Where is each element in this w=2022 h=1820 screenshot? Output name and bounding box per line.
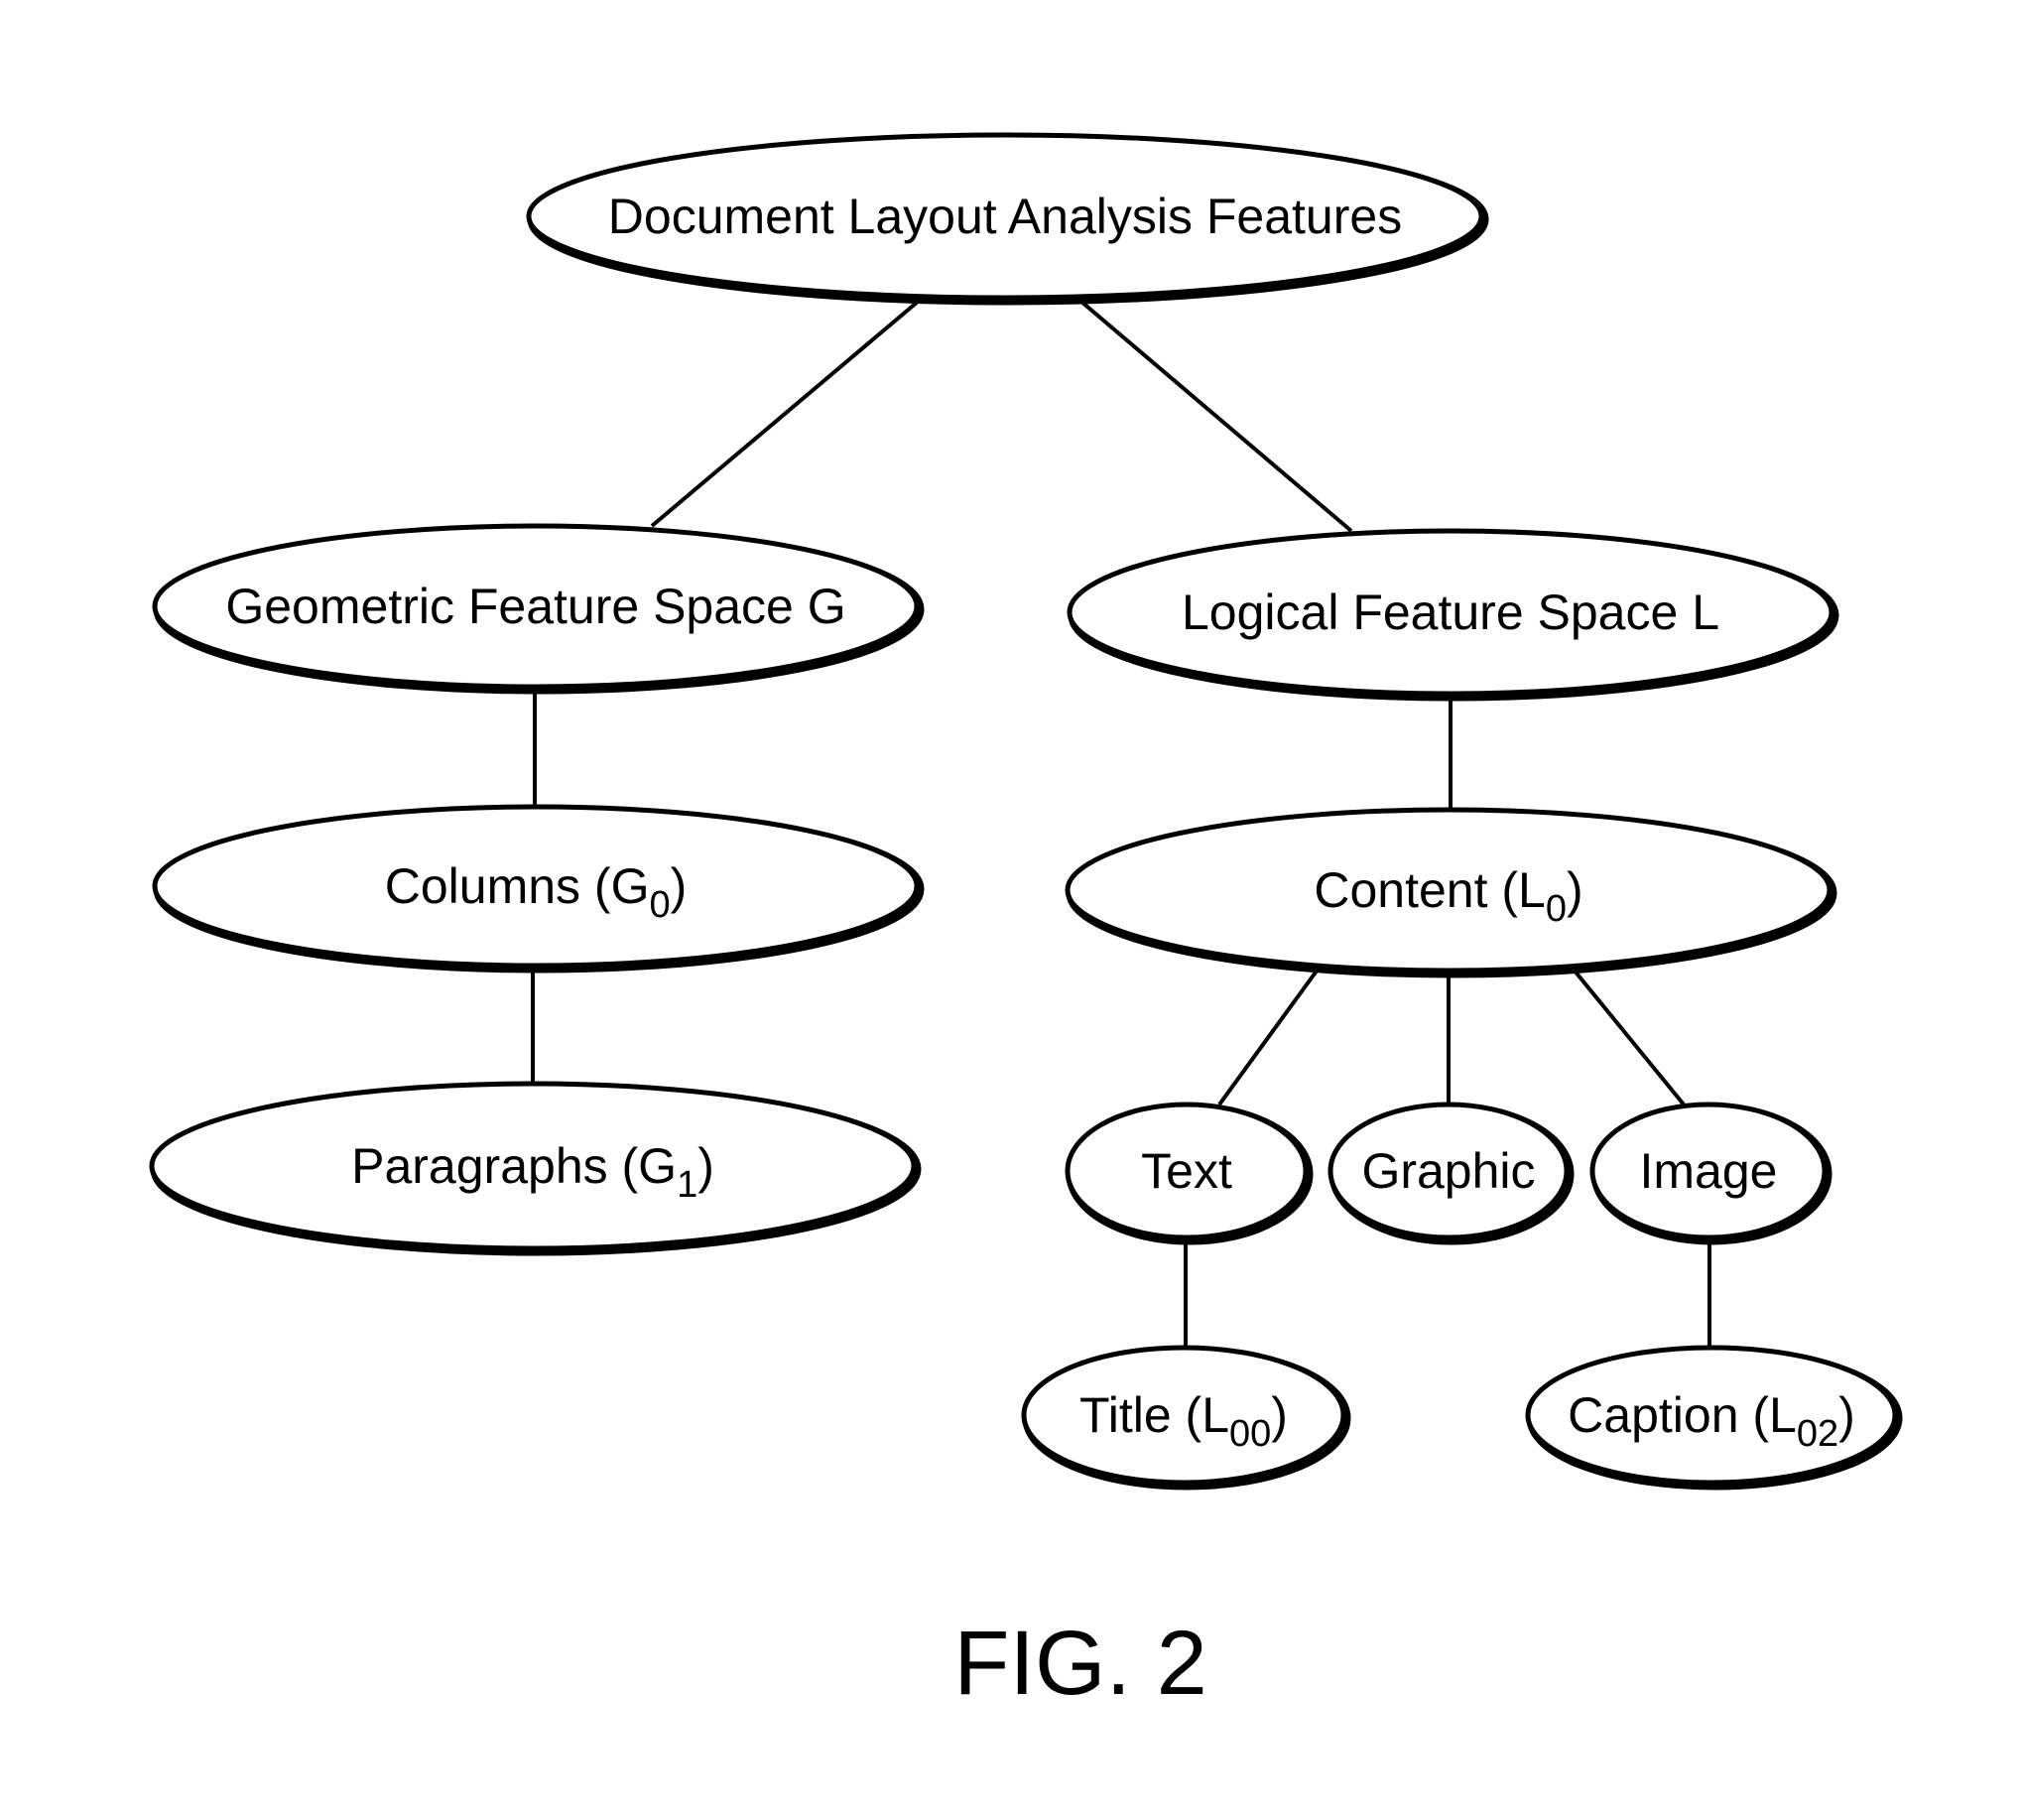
node-graphic: Graphic (1327, 1102, 1575, 1245)
node-text-label: Text (1141, 1143, 1232, 1199)
node-geometric: Geometric Feature Space G (152, 523, 925, 695)
hierarchy-diagram: Document Layout Analysis Features Geometr… (149, 132, 1903, 1714)
edge-root-logical (1079, 300, 1353, 533)
node-content: Content (L0) (1065, 807, 1837, 978)
node-logical: Logical Feature Space L (1067, 528, 1839, 702)
node-title: Title (L00) (1021, 1345, 1351, 1491)
node-image: Image (1589, 1102, 1832, 1245)
node-graphic-label: Graphic (1361, 1143, 1535, 1199)
node-logical-label: Logical Feature Space L (1182, 585, 1719, 640)
node-caption: Caption (L02) (1525, 1345, 1903, 1491)
edge-content-image (1572, 968, 1686, 1106)
node-columns: Columns (G0) (152, 804, 925, 974)
node-root-label: Document Layout Analysis Features (608, 189, 1402, 244)
nodes-layer: Document Layout Analysis Features Geometr… (149, 132, 1903, 1491)
edge-content-text (1217, 968, 1320, 1106)
figure-caption: FIG. 2 (953, 1613, 1207, 1714)
node-root: Document Layout Analysis Features (526, 132, 1489, 306)
node-paragraphs: Paragraphs (G1) (149, 1081, 922, 1256)
node-image-label: Image (1640, 1143, 1778, 1199)
edge-root-geometric (650, 300, 920, 528)
node-text: Text (1065, 1102, 1314, 1245)
node-geometric-label: Geometric Feature Space G (225, 579, 845, 634)
